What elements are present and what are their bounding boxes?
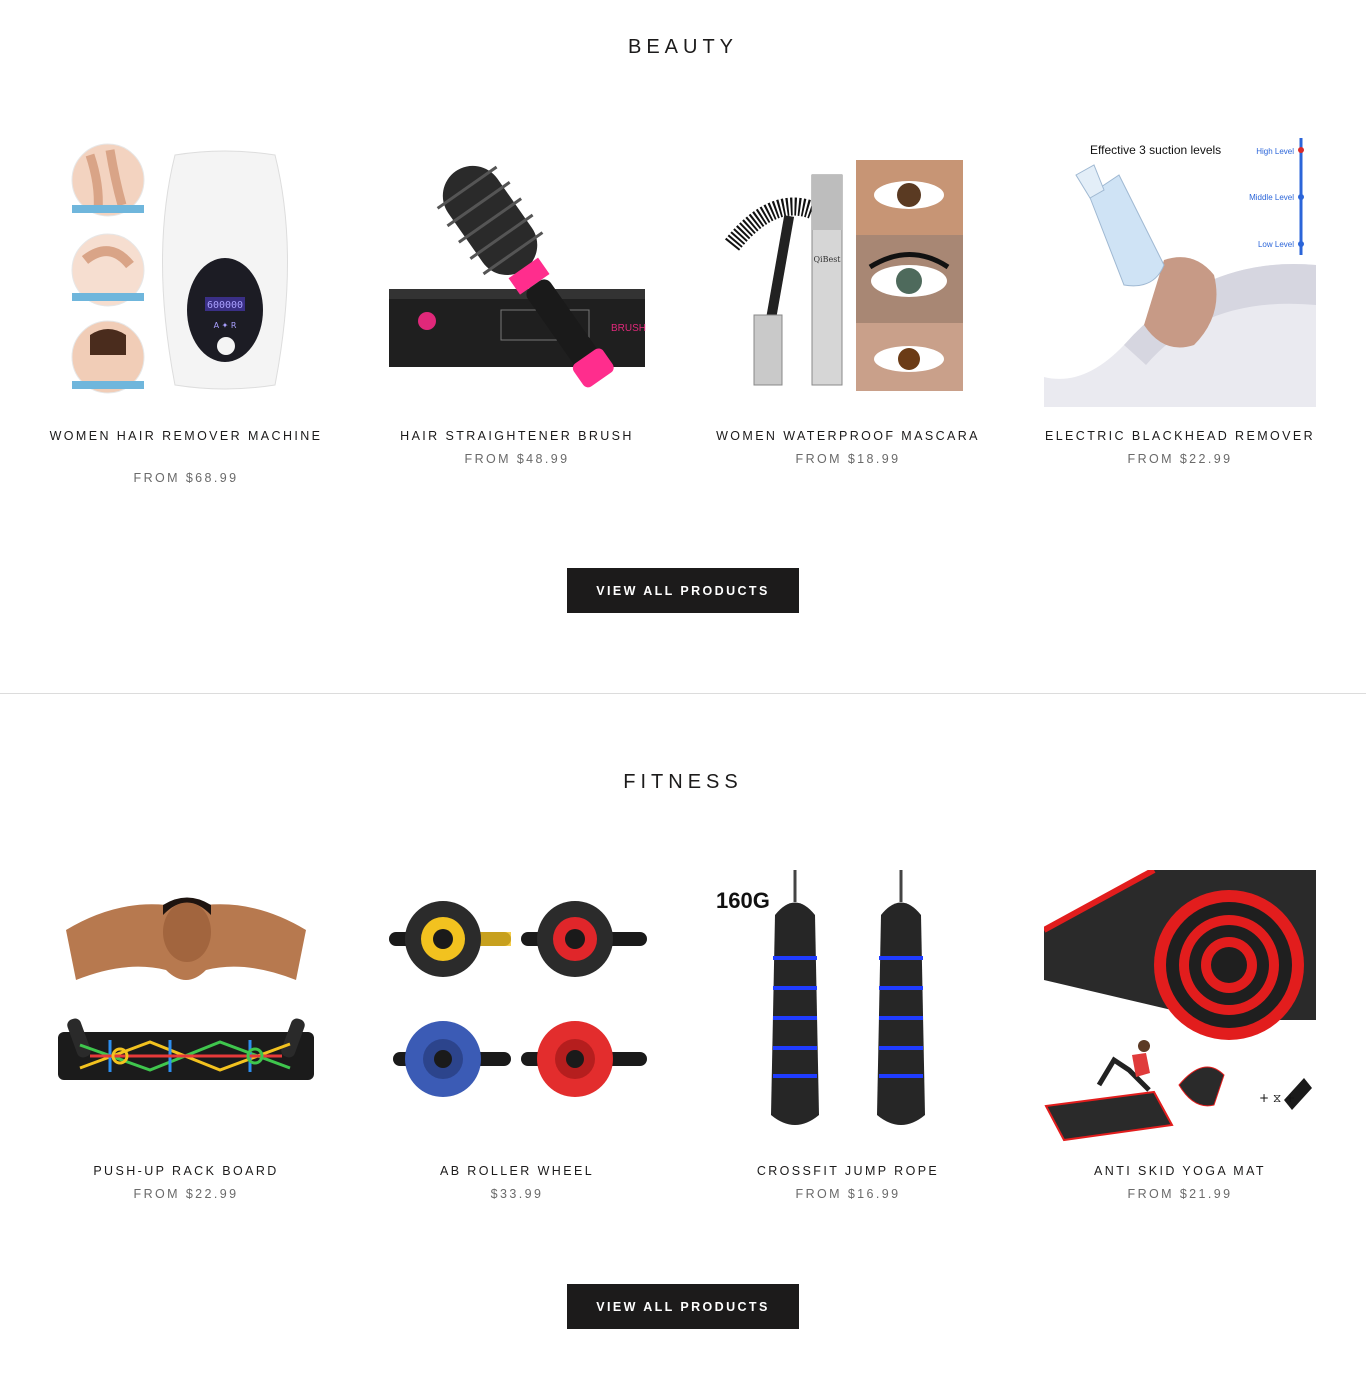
product-price: FROM $22.99 xyxy=(1127,452,1233,466)
high-level-label: High Level xyxy=(1256,147,1294,156)
product-price: FROM $48.99 xyxy=(464,452,570,466)
ab-roller-icon xyxy=(389,901,647,1097)
product-image-jump-rope[interactable]: 160G xyxy=(712,870,984,1142)
jump-rope-icon: 160G xyxy=(716,870,925,1125)
product-price: FROM $22.99 xyxy=(133,1187,239,1201)
fitness-section: FITNESS PUSH-UP RACK BOARD FROM $22.99 A… xyxy=(0,694,1366,1382)
low-level-label: Low Level xyxy=(1258,240,1294,249)
product-name[interactable]: AB ROLLER WHEEL xyxy=(371,1162,663,1181)
view-all-fitness-button[interactable]: VIEW ALL PRODUCTS xyxy=(567,1284,799,1329)
product-name[interactable]: WOMEN HAIR REMOVER MACHINE xyxy=(40,427,332,446)
hair-remover-icon: 600000 A ✦ R xyxy=(71,143,288,394)
product-price: $33.99 xyxy=(490,1187,544,1201)
product-price: FROM $21.99 xyxy=(1127,1187,1233,1201)
product-image-blackhead-remover[interactable]: Effective 3 suction levels High Level Mi… xyxy=(1044,135,1316,407)
product-price: FROM $18.99 xyxy=(795,452,901,466)
product-image-ab-roller[interactable] xyxy=(381,870,653,1142)
view-all-beauty-button[interactable]: VIEW ALL PRODUCTS xyxy=(567,568,799,613)
suction-levels-text: Effective 3 suction levels xyxy=(1090,143,1221,157)
product-price: FROM $68.99 xyxy=(133,471,239,485)
product-name[interactable]: HAIR STRAIGHTENER BRUSH xyxy=(371,427,663,446)
mascara-brand-text: QiBest xyxy=(813,255,841,264)
beauty-section: BEAUTY 600000 A ✦ R WOMEN HAIR REMOVER M… xyxy=(0,0,1366,693)
yoga-mat-icon: + ⧖ + xyxy=(1044,870,1316,1142)
hot-air-brush-icon: BRUSH xyxy=(389,165,646,388)
brush-box-text: BRUSH xyxy=(611,323,646,334)
product-name[interactable]: CROSSFIT JUMP ROPE xyxy=(702,1162,994,1181)
weight-label-text: 160G xyxy=(716,888,770,913)
mascara-icon: QiBest xyxy=(724,160,963,391)
section-title-beauty: BEAUTY xyxy=(627,36,739,58)
product-name[interactable]: WOMEN WATERPROOF MASCARA xyxy=(702,427,994,446)
product-image-hair-straightener[interactable]: BRUSH xyxy=(381,135,653,407)
blackhead-remover-icon: Effective 3 suction levels High Level Mi… xyxy=(1044,138,1316,407)
product-image-push-up-board[interactable] xyxy=(50,870,322,1142)
product-image-mascara[interactable]: QiBest xyxy=(712,135,984,407)
svg-text:600000: 600000 xyxy=(207,300,243,311)
product-image-yoga-mat[interactable]: + ⧖ + xyxy=(1044,870,1316,1142)
product-name[interactable]: ELECTRIC BLACKHEAD REMOVER xyxy=(1034,427,1326,446)
middle-level-label: Middle Level xyxy=(1249,193,1294,202)
section-title-fitness: FITNESS xyxy=(623,771,743,793)
svg-text:A ✦ R: A ✦ R xyxy=(214,321,237,330)
product-price: FROM $16.99 xyxy=(795,1187,901,1201)
product-image-hair-remover[interactable]: 600000 A ✦ R xyxy=(50,135,322,407)
product-name[interactable]: PUSH-UP RACK BOARD xyxy=(40,1162,332,1181)
svg-text:+ ⧖ +: + ⧖ + xyxy=(1259,1091,1295,1105)
push-up-board-icon xyxy=(58,897,314,1080)
product-name[interactable]: ANTI SKID YOGA MAT xyxy=(1034,1162,1326,1181)
